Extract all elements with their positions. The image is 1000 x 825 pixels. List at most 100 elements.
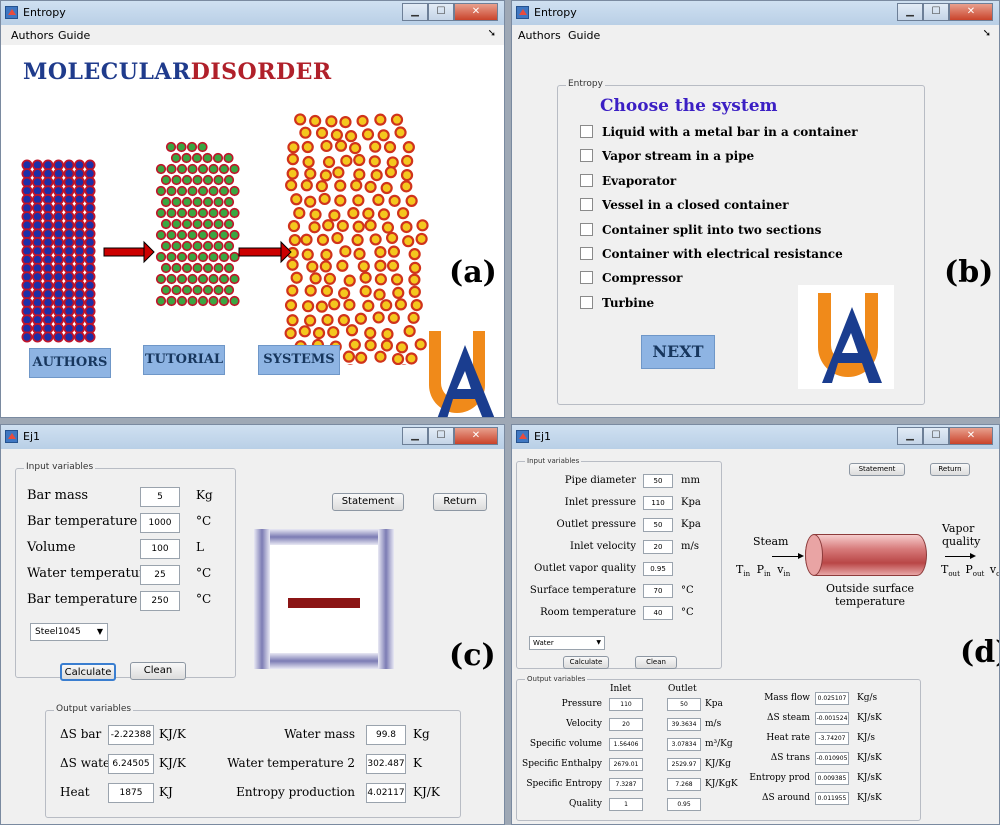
gas-molecule [394,126,407,139]
output-field: -2.22388 [108,725,154,745]
input-field[interactable]: 50 [643,518,673,532]
checkbox[interactable] [580,271,593,285]
material-select[interactable]: Steel1045 ▼ [30,623,108,641]
gas-molecule [286,284,299,297]
system-option[interactable]: Evaporator [580,173,858,198]
liquid-molecule [191,152,203,164]
checkbox[interactable] [580,198,593,212]
titlebar-d[interactable]: Ej1 ▁ ☐ ✕ [512,425,999,449]
gas-molecule [339,245,352,258]
maximize-button[interactable]: ☐ [428,3,454,21]
liquid-molecule [176,295,188,307]
maximize-button[interactable]: ☐ [923,427,949,445]
liquid-molecule [208,251,219,263]
gas-molecule [293,206,306,220]
close-button[interactable]: ✕ [949,427,993,445]
gas-molecule [351,233,364,247]
gas-molecule [408,248,421,261]
minimize-button[interactable]: ▁ [897,3,923,21]
output-unit: KJ/sK [857,713,882,723]
liquid-molecule [197,207,209,219]
pin-icon[interactable]: ➘ [983,28,991,39]
checkbox[interactable] [580,246,593,260]
menu-guide[interactable]: Guide [58,29,90,42]
input-field[interactable]: 50 [643,474,673,488]
minimize-button[interactable]: ▁ [402,3,428,21]
panel-label-a: (a) [449,255,497,290]
gas-molecule [334,139,348,152]
input-field[interactable]: 100 [140,539,180,559]
return-button[interactable]: Return [433,493,487,511]
calculate-button[interactable]: Calculate [60,663,116,681]
menu-authors[interactable]: Authors [518,29,561,42]
close-button[interactable]: ✕ [454,3,498,21]
output-label: Specific volume [529,739,602,749]
systems-button[interactable]: SYSTEMS [258,345,340,375]
system-option[interactable]: Vessel in a closed container [580,198,858,222]
gas-molecule [338,287,351,300]
close-button[interactable]: ✕ [454,427,498,445]
container-right-wall [378,529,394,669]
liquid-molecule [202,284,214,296]
statement-button[interactable]: Statement [849,463,905,476]
steam-label: Steam [753,535,789,548]
gas-molecule [306,260,319,273]
fluid-select[interactable]: Water ▼ [529,636,605,650]
pin-icon[interactable]: ➘ [488,28,496,39]
close-button[interactable]: ✕ [949,3,993,21]
gas-molecule [316,233,330,246]
minimize-button[interactable]: ▁ [897,427,923,445]
titlebar-b[interactable]: Entropy ▁ ☐ ✕ [512,1,999,25]
input-field[interactable]: 1000 [140,513,180,533]
checkbox[interactable] [580,222,593,236]
minimize-button[interactable]: ▁ [402,427,428,445]
checkbox[interactable] [580,295,593,309]
input-field[interactable]: 110 [643,496,673,510]
clean-button[interactable]: Clean [635,656,677,669]
liquid-molecule [187,295,198,307]
menu-authors[interactable]: Authors [11,29,54,42]
input-field[interactable]: 0.95 [643,562,673,576]
titlebar-a[interactable]: Entropy ▁ ☐ ✕ [1,1,504,25]
checkbox[interactable] [580,125,593,138]
system-option[interactable]: Container with electrical resistance [580,246,858,271]
next-button[interactable]: NEXT [641,335,715,369]
checkbox[interactable] [580,173,593,187]
system-option[interactable]: Liquid with a metal bar in a container [580,125,858,149]
menu-guide[interactable]: Guide [568,29,600,42]
ua-logo [429,331,495,417]
input-field[interactable]: 25 [140,565,180,585]
liquid-molecule [202,218,214,230]
input-field[interactable]: 40 [643,606,673,620]
clean-button[interactable]: Clean [130,662,186,680]
input-field[interactable]: 20 [643,540,673,554]
input-field[interactable]: 70 [643,584,673,598]
maximize-button[interactable]: ☐ [428,427,454,445]
system-option[interactable]: Container split into two sections [580,222,858,247]
liquid-molecule [155,163,167,175]
tutorial-button[interactable]: TUTORIAL [143,345,225,375]
liquid-molecule [187,163,198,175]
liquid-molecule [166,273,177,285]
output-label: Pressure [561,699,602,709]
calculate-button[interactable]: Calculate [563,656,609,669]
material-value: Steel1045 [35,627,81,637]
system-option[interactable]: Vapor stream in a pipe [580,149,858,173]
checkbox[interactable] [580,149,593,163]
liquid-molecule [223,240,235,252]
liquid-molecule [171,284,182,296]
gas-molecule [286,258,299,271]
input-field[interactable]: 5 [140,487,180,507]
return-button[interactable]: Return [930,463,970,476]
maximize-button[interactable]: ☐ [923,3,949,21]
liquid-molecule [155,295,167,307]
gas-molecule [380,299,393,312]
outlet-arrow-icon [945,556,973,557]
statement-button[interactable]: Statement [332,493,404,511]
gas-molecule [396,207,410,220]
titlebar-c[interactable]: Ej1 ▁ ☐ ✕ [1,425,504,449]
input-field[interactable]: 250 [140,591,180,611]
authors-button[interactable]: AUTHORS [29,348,111,378]
liquid-molecule [155,185,167,197]
output-field: -0.010905 [815,752,849,765]
